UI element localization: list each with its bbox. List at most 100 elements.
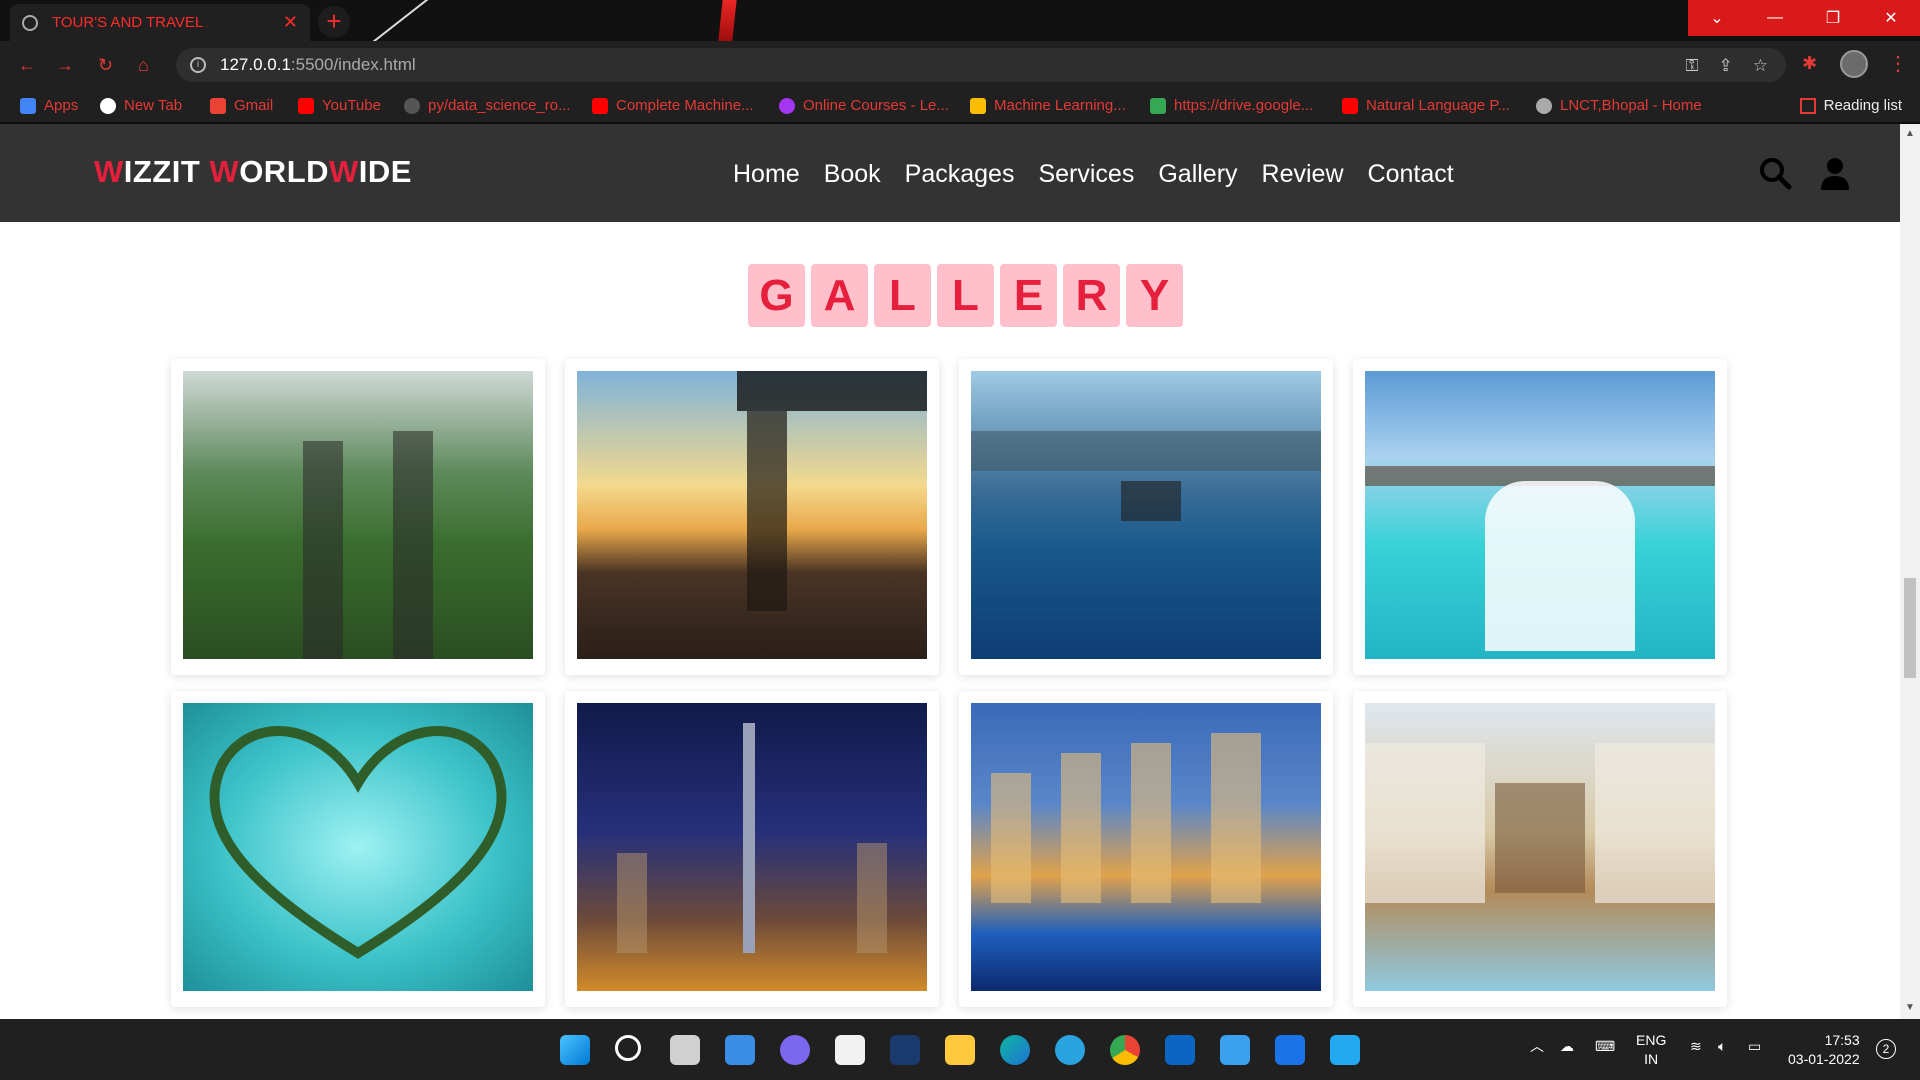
- browser-menu-icon[interactable]: ⋮: [1888, 51, 1908, 76]
- onedrive-icon[interactable]: ☁: [1560, 1037, 1574, 1056]
- file-explorer-icon[interactable]: [945, 1035, 975, 1065]
- udemy-icon: [779, 97, 795, 114]
- reading-list-button[interactable]: Reading list: [1799, 97, 1902, 114]
- gallery-image-heart-island: [183, 703, 533, 991]
- gallery-image-dubai-marina: [971, 703, 1321, 991]
- new-tab-button[interactable]: +: [318, 6, 350, 38]
- back-arrow-icon[interactable]: ←: [18, 55, 36, 76]
- home-icon[interactable]: ⌂: [138, 55, 149, 76]
- task-view-icon[interactable]: [670, 1035, 700, 1065]
- url-input[interactable]: i 127.0.0.1 :5500/index.html ⚿ ⇪ ☆: [176, 48, 1786, 82]
- language-indicator[interactable]: ENG IN: [1636, 1031, 1666, 1069]
- site-header: WIZZIT WORLDWIDE Home Book Packages Serv…: [0, 124, 1900, 222]
- gallery-card[interactable]: [171, 691, 545, 1007]
- gallery-card[interactable]: [959, 359, 1333, 675]
- profile-avatar[interactable]: [1840, 50, 1868, 78]
- gallery-card[interactable]: [565, 691, 939, 1007]
- chevron-up-icon[interactable]: ︿: [1530, 1037, 1544, 1056]
- star-icon[interactable]: ☆: [1753, 56, 1768, 76]
- gallery-letter: L: [874, 264, 931, 327]
- reload-icon[interactable]: ↻: [98, 55, 113, 76]
- reading-list-icon: [1799, 97, 1816, 114]
- gallery-card[interactable]: [1353, 359, 1727, 675]
- bookmark-drive[interactable]: https://drive.google...: [1150, 97, 1313, 114]
- url-path: :5500/index.html: [290, 55, 416, 74]
- nav-contact[interactable]: Contact: [1368, 160, 1454, 189]
- store-icon[interactable]: [835, 1035, 865, 1065]
- nav-packages[interactable]: Packages: [905, 160, 1015, 189]
- user-icon[interactable]: [1818, 156, 1852, 190]
- gallery-image-hotel-pool: [1365, 703, 1715, 991]
- share-icon[interactable]: ⇪: [1719, 56, 1733, 76]
- wallpaper-line: [368, 0, 442, 41]
- gallery-card[interactable]: [959, 691, 1333, 1007]
- extensions-icon[interactable]: ✱: [1802, 53, 1817, 74]
- nav-home[interactable]: Home: [733, 160, 800, 189]
- nav-gallery[interactable]: Gallery: [1158, 160, 1237, 189]
- windows-start-icon[interactable]: [560, 1035, 590, 1065]
- gallery-card[interactable]: [171, 359, 545, 675]
- search-icon[interactable]: [615, 1035, 641, 1061]
- page-scrollbar[interactable]: ▲ ▼: [1900, 124, 1920, 1019]
- gallery-image-temple-gate: [183, 371, 533, 659]
- bookmark-online-courses[interactable]: Online Courses - Le...: [779, 97, 949, 114]
- wifi-icon[interactable]: ≋: [1690, 1037, 1702, 1056]
- bookmark-nlp[interactable]: Natural Language P...: [1342, 97, 1510, 114]
- restore-button[interactable]: ❐: [1804, 0, 1862, 36]
- drive-icon: [970, 97, 986, 114]
- mail-icon[interactable]: [1275, 1035, 1305, 1065]
- key-icon[interactable]: ⚿: [1686, 56, 1699, 76]
- bookmark-machine-course[interactable]: Complete Machine...: [592, 97, 754, 114]
- notepad-icon[interactable]: [1220, 1035, 1250, 1065]
- globe-icon: [22, 14, 38, 31]
- window-controls: ⌄ — ❐ ✕: [1688, 0, 1920, 36]
- bookmark-apps[interactable]: Apps: [20, 97, 78, 114]
- vscode-icon[interactable]: [1330, 1035, 1360, 1065]
- page-viewport: WIZZIT WORLDWIDE Home Book Packages Serv…: [0, 124, 1920, 1019]
- heart-shape: [209, 726, 507, 959]
- bookmarks-bar: Apps New Tab Gmail YouTube py/data_scien…: [0, 89, 1920, 123]
- nav-review[interactable]: Review: [1262, 160, 1344, 189]
- github-icon: [404, 97, 420, 114]
- gallery-card[interactable]: [1353, 691, 1727, 1007]
- gallery-letter: L: [937, 264, 994, 327]
- prime-video-icon[interactable]: [890, 1035, 920, 1065]
- keyboard-icon[interactable]: ⌨: [1595, 1037, 1615, 1056]
- telegram-icon[interactable]: [1055, 1035, 1085, 1065]
- battery-icon[interactable]: ▭: [1748, 1037, 1761, 1056]
- forward-arrow-icon[interactable]: →: [56, 55, 74, 76]
- tab-search-button[interactable]: ⌄: [1688, 0, 1746, 36]
- edge-icon[interactable]: [1000, 1035, 1030, 1065]
- bookmark-lnct[interactable]: LNCT,Bhopal - Home: [1536, 97, 1702, 114]
- gallery-letter: G: [748, 264, 805, 327]
- scrollbar-thumb[interactable]: [1904, 578, 1916, 678]
- site-info-icon[interactable]: i: [190, 57, 206, 73]
- youtube-icon: [298, 97, 314, 114]
- browser-tab[interactable]: TOUR'S AND TRAVEL ✕: [10, 4, 310, 41]
- volume-icon[interactable]: 🔈︎: [1718, 1037, 1726, 1056]
- bookmark-github[interactable]: py/data_science_ro...: [404, 97, 571, 114]
- chrome-icon[interactable]: [1110, 1035, 1140, 1065]
- minimize-button[interactable]: —: [1746, 0, 1804, 36]
- notification-badge[interactable]: 2: [1876, 1039, 1896, 1059]
- clock-time: 17:53: [1824, 1032, 1860, 1048]
- scroll-up-arrow-icon[interactable]: ▲: [1905, 128, 1915, 139]
- bookmark-machine-learning[interactable]: Machine Learning...: [970, 97, 1126, 114]
- nav-services[interactable]: Services: [1038, 160, 1134, 189]
- bookmark-youtube[interactable]: YouTube: [298, 97, 381, 114]
- close-window-button[interactable]: ✕: [1862, 0, 1920, 36]
- bookmark-new-tab[interactable]: New Tab: [100, 97, 182, 114]
- wallpaper-streak: [716, 0, 738, 41]
- scroll-down-arrow-icon[interactable]: ▼: [1905, 1002, 1915, 1013]
- clock[interactable]: 17:53 03-01-2022: [1788, 1031, 1860, 1069]
- search-icon[interactable]: [1758, 156, 1792, 190]
- site-logo[interactable]: WIZZIT WORLDWIDE: [94, 154, 412, 190]
- widgets-icon[interactable]: [725, 1035, 755, 1065]
- teams-chat-icon[interactable]: [780, 1035, 810, 1065]
- address-bar-row: ← → ↻ ⌂ i 127.0.0.1 :5500/index.html ⚿ ⇪…: [0, 41, 1920, 89]
- bookmark-gmail[interactable]: Gmail: [210, 97, 273, 114]
- linkedin-icon[interactable]: [1165, 1035, 1195, 1065]
- nav-book[interactable]: Book: [824, 160, 881, 189]
- gallery-card[interactable]: [565, 359, 939, 675]
- tab-close-button[interactable]: ✕: [283, 12, 298, 33]
